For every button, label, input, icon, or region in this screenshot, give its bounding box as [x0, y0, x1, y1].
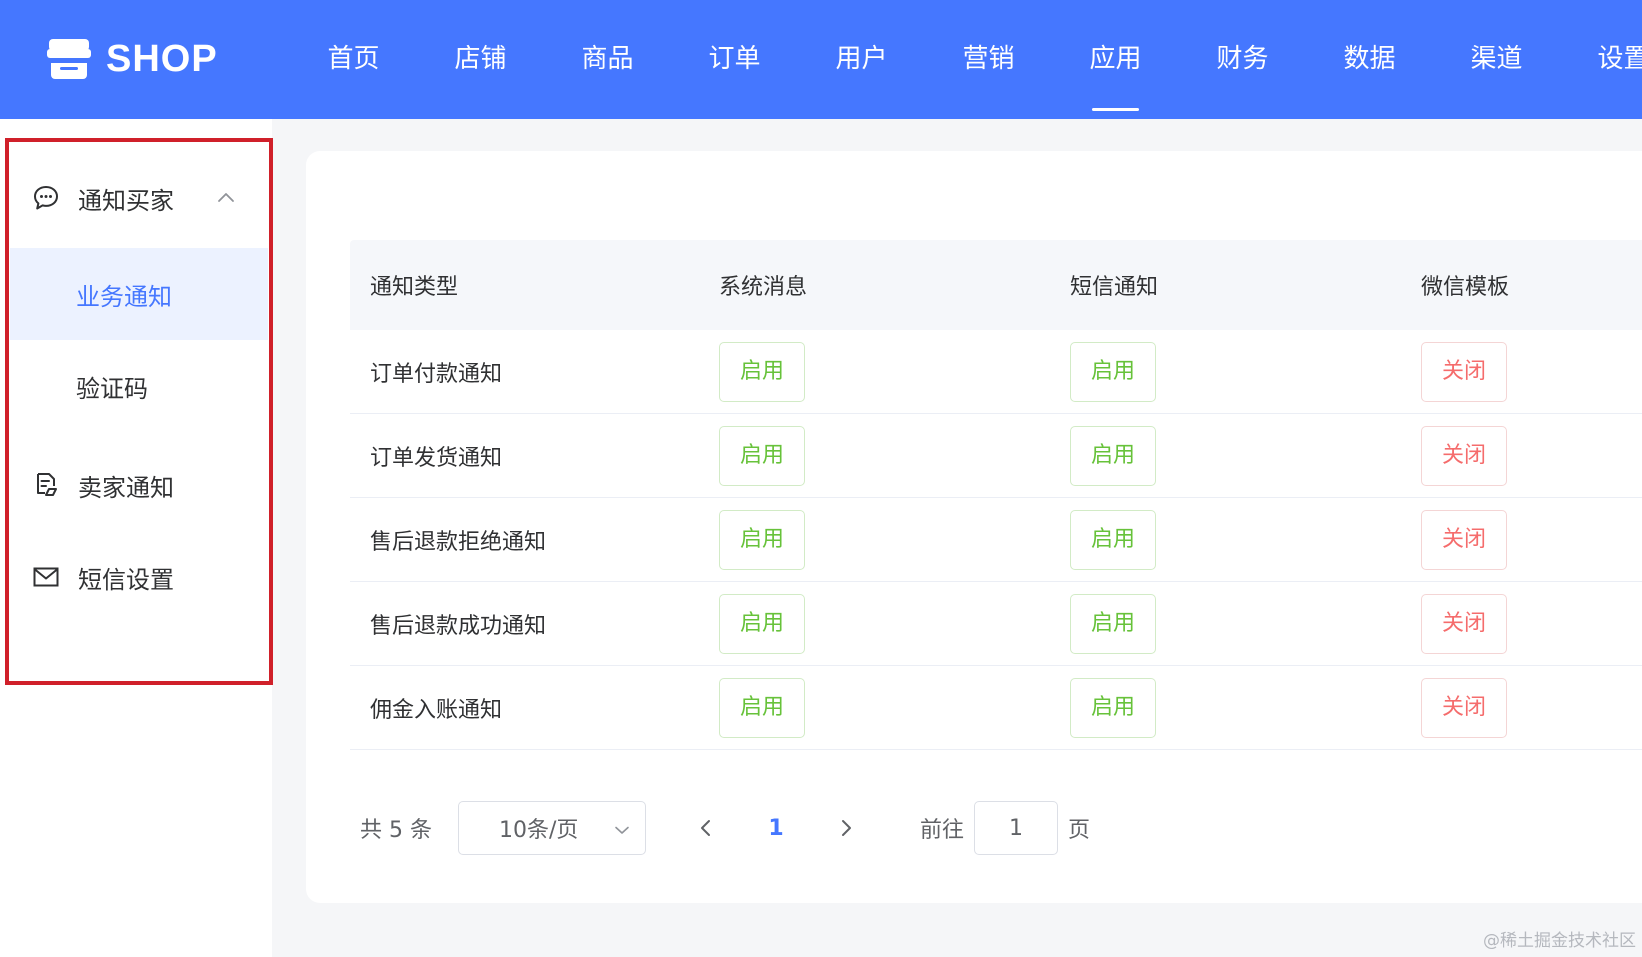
goto-label: 前往 [920, 818, 965, 843]
sidebar-group-label: 通知买家 [78, 186, 174, 215]
system-message-toggle[interactable]: 启用 [719, 593, 805, 654]
system-message-toggle[interactable]: 启用 [719, 341, 805, 402]
wechat-template-toggle[interactable]: 关闭 [1421, 677, 1507, 738]
nav-item-store[interactable]: 店铺 [417, 0, 544, 119]
wechat-template-toggle[interactable]: 关闭 [1421, 593, 1507, 654]
chevron-down-icon [615, 826, 629, 834]
nav-item-users[interactable]: 用户 [798, 0, 925, 119]
nav-item-channels[interactable]: 渠道 [1433, 0, 1560, 119]
seller-notice-icon [37, 473, 57, 496]
sidebar-group-notify-seller[interactable]: 卖家通知 [10, 440, 268, 530]
nav-item-settings[interactable]: 设置 [1560, 0, 1642, 119]
column-header-wechat: 微信模板 [1421, 275, 1510, 300]
table-row: 售后退款拒绝通知 启用 启用 关闭 [350, 498, 1642, 582]
sidebar-group-notify-buyer[interactable]: 通知买家 [10, 153, 268, 243]
cell-notice-type: 佣金入账通知 [370, 697, 503, 723]
nav-item-products[interactable]: 商品 [544, 0, 671, 119]
sidebar-group-label: 卖家通知 [78, 473, 174, 502]
pagination-total: 共 5 条 [360, 818, 432, 843]
table-header: 通知类型 系统消息 短信通知 微信模板 [350, 240, 1642, 330]
table-row: 订单发货通知 启用 启用 关闭 [350, 414, 1642, 498]
sidebar-item-verification-code[interactable]: 验证码 [10, 340, 268, 432]
sms-toggle[interactable]: 启用 [1070, 593, 1156, 654]
cell-notice-type: 订单付款通知 [370, 361, 503, 387]
watermark: @稀土掘金技术社区 [1483, 931, 1636, 951]
main-nav: 首页 店铺 商品 订单 用户 营销 应用 财务 数据 渠道 设置 [290, 0, 1642, 119]
prev-page-icon[interactable] [694, 816, 718, 840]
column-header-type: 通知类型 [370, 275, 459, 300]
cell-notice-type: 订单发货通知 [370, 445, 503, 471]
nav-item-marketing[interactable]: 营销 [925, 0, 1052, 119]
chevron-up-icon[interactable] [216, 188, 236, 208]
page-size-select[interactable]: 10条/页 [458, 801, 646, 855]
next-page-icon[interactable] [834, 816, 858, 840]
column-header-system: 系统消息 [719, 275, 808, 300]
sidebar-item-label: 验证码 [76, 374, 148, 403]
cell-notice-type: 售后退款拒绝通知 [370, 529, 547, 555]
pagination: 共 5 条 10条/页 1 前往 页 [360, 801, 1090, 855]
sidebar-item-label: 业务通知 [76, 282, 172, 311]
wechat-template-toggle[interactable]: 关闭 [1421, 425, 1507, 486]
sms-toggle[interactable]: 启用 [1070, 425, 1156, 486]
notification-table: 通知类型 系统消息 短信通知 微信模板 订单付款通知 启用 启用 关闭 订单发货… [350, 240, 1642, 750]
top-navbar: SHOP 首页 店铺 商品 订单 用户 营销 应用 财务 数据 渠道 设置 [0, 0, 1642, 119]
sms-toggle[interactable]: 启用 [1070, 677, 1156, 738]
sms-toggle[interactable]: 启用 [1070, 509, 1156, 570]
nav-item-apps[interactable]: 应用 [1052, 0, 1179, 119]
chat-bubble-icon [34, 186, 58, 210]
nav-item-finance[interactable]: 财务 [1179, 0, 1306, 119]
wechat-template-toggle[interactable]: 关闭 [1421, 509, 1507, 570]
column-header-sms: 短信通知 [1070, 275, 1159, 300]
sidebar-group-sms-settings[interactable]: 短信设置 [10, 532, 268, 622]
sidebar-item-business-notice[interactable]: 业务通知 [10, 248, 268, 340]
logo[interactable]: SHOP [46, 38, 218, 80]
page-number-current[interactable]: 1 [764, 816, 788, 841]
sidebar-group-label: 短信设置 [78, 565, 174, 594]
wechat-template-toggle[interactable]: 关闭 [1421, 341, 1507, 402]
system-message-toggle[interactable]: 启用 [719, 509, 805, 570]
goto-unit-label: 页 [1068, 818, 1091, 843]
table-row: 售后退款成功通知 启用 启用 关闭 [350, 582, 1642, 666]
cell-notice-type: 售后退款成功通知 [370, 613, 547, 639]
mail-icon [33, 567, 59, 587]
table-row: 佣金入账通知 启用 启用 关闭 [350, 666, 1642, 750]
page-size-value: 10条/页 [499, 818, 579, 843]
table-row: 订单付款通知 启用 启用 关闭 [350, 330, 1642, 414]
goto-page-input[interactable] [974, 801, 1059, 855]
system-message-toggle[interactable]: 启用 [719, 425, 805, 486]
nav-item-home[interactable]: 首页 [290, 0, 417, 119]
nav-item-data[interactable]: 数据 [1306, 0, 1433, 119]
nav-item-orders[interactable]: 订单 [671, 0, 798, 119]
logo-text: SHOP [106, 38, 218, 80]
system-message-toggle[interactable]: 启用 [719, 677, 805, 738]
sms-toggle[interactable]: 启用 [1070, 341, 1156, 402]
store-icon [47, 39, 91, 79]
